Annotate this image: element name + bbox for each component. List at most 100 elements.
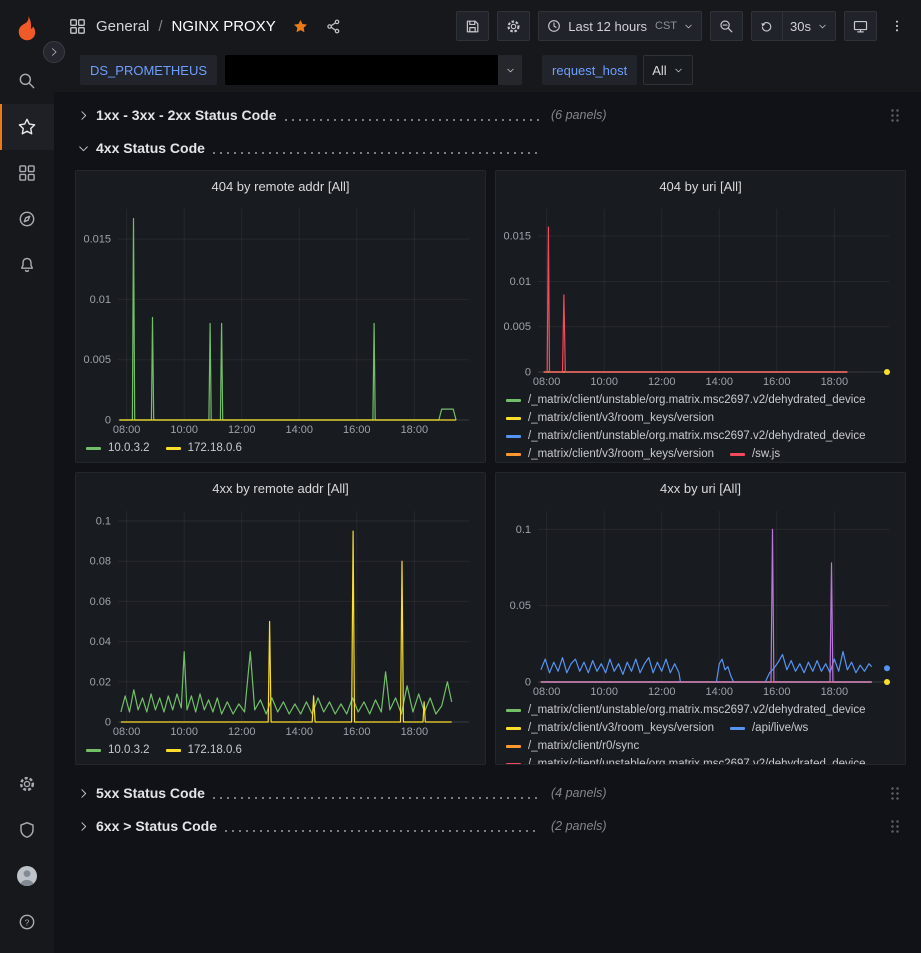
more-options-button[interactable] [883, 11, 911, 41]
time-series-chart[interactable]: 00.050.108:0010:0012:0014:0016:0018:00 [502, 503, 899, 700]
legend-series-swatch [506, 745, 521, 748]
sidebar-item-profile[interactable] [0, 853, 54, 899]
sidebar-spacer [0, 288, 54, 761]
request-host-value-select[interactable]: All [643, 55, 692, 85]
legend-series-swatch [506, 709, 521, 712]
panel-404-by-remote-addr: 404 by remote addr [All] 00.0050.010.015… [75, 170, 486, 463]
refresh-interval-label: 30s [790, 19, 811, 34]
legend-item[interactable]: /_matrix/client/v3/room_keys/version [506, 410, 714, 427]
legend-series-label: /api/live/ws [752, 720, 808, 737]
main-area: General / NGINX PROXY [54, 0, 921, 953]
sidebar-expand-button[interactable] [43, 41, 65, 63]
legend-item[interactable]: /_matrix/client/unstable/org.matrix.msc2… [506, 428, 866, 445]
row-header-4xx[interactable]: 4xx Status Code [75, 134, 906, 162]
sidebar-item-dashboards[interactable] [0, 150, 54, 196]
legend-item[interactable]: 172.18.0.6 [166, 742, 242, 759]
breadcrumb-separator: / [158, 18, 162, 35]
svg-text:08:00: 08:00 [533, 686, 561, 698]
row-dots [285, 119, 539, 121]
legend-series-label: 10.0.3.2 [108, 440, 150, 457]
sidebar-item-help[interactable]: ? [0, 899, 54, 945]
sidebar-item-alerting[interactable] [0, 242, 54, 288]
grafana-flame-icon [13, 14, 41, 42]
row-dots [213, 152, 539, 154]
row-header-6xx[interactable]: 6xx > Status Code (2 panels) [75, 812, 906, 840]
breadcrumb-section[interactable]: General [96, 18, 149, 35]
request-host-variable-label[interactable]: request_host [542, 55, 637, 85]
legend-item[interactable]: 172.18.0.6 [166, 440, 242, 457]
svg-text:08:00: 08:00 [113, 424, 141, 436]
sidebar-item-server-admin[interactable] [0, 807, 54, 853]
panel-title[interactable]: 4xx by uri [All] [496, 473, 905, 503]
panel-title[interactable]: 4xx by remote addr [All] [76, 473, 485, 503]
legend-item[interactable]: /_matrix/client/unstable/org.matrix.msc2… [506, 392, 866, 409]
host-variable-select[interactable] [225, 55, 522, 85]
legend-series-swatch [166, 447, 181, 450]
svg-text:0: 0 [525, 367, 531, 379]
panel-title[interactable]: 404 by uri [All] [496, 171, 905, 201]
time-series-chart[interactable]: 00.020.040.060.080.108:0010:0012:0014:00… [82, 503, 479, 740]
legend-item[interactable]: 10.0.3.2 [86, 742, 150, 759]
refresh-button-group: 30s [751, 11, 836, 41]
row-title: 6xx > Status Code [96, 818, 217, 834]
legend-series-label: /_matrix/client/unstable/org.matrix.msc2… [528, 756, 866, 764]
legend-series-swatch [86, 447, 101, 450]
svg-text:18:00: 18:00 [821, 686, 849, 698]
datasource-variable-label[interactable]: DS_PROMETHEUS [80, 55, 217, 85]
panel-chart[interactable]: 00.0050.010.01508:0010:0012:0014:0016:00… [82, 201, 479, 438]
sidebar-item-configuration[interactable] [0, 761, 54, 807]
legend-item[interactable]: /api/live/ws [730, 720, 808, 737]
legend-item[interactable]: /_matrix/client/unstable/org.matrix.msc2… [506, 702, 866, 719]
refresh-interval-dropdown[interactable]: 30s [783, 11, 836, 41]
svg-text:0.08: 0.08 [90, 556, 111, 568]
sidebar-item-explore[interactable] [0, 196, 54, 242]
svg-text:0.02: 0.02 [90, 676, 111, 688]
legend-item[interactable]: /sw.js [730, 446, 780, 462]
share-button[interactable] [325, 18, 342, 35]
panel-404-by-uri: 404 by uri [All] 00.0050.010.01508:0010:… [495, 170, 906, 463]
save-dashboard-button[interactable] [456, 11, 489, 41]
row-drag-handle[interactable] [890, 108, 900, 123]
chevron-right-icon [77, 787, 90, 800]
chevron-right-icon [77, 109, 90, 122]
sidebar-item-starred[interactable] [0, 104, 54, 150]
row-title: 5xx Status Code [96, 785, 205, 801]
time-range-picker[interactable]: Last 12 hours CST [538, 11, 702, 41]
panel-title[interactable]: 404 by remote addr [All] [76, 171, 485, 201]
page-title[interactable]: NGINX PROXY [172, 18, 276, 35]
refresh-button[interactable] [751, 11, 783, 41]
svg-text:0.04: 0.04 [90, 636, 111, 648]
tv-mode-button[interactable] [844, 11, 877, 41]
share-icon [325, 18, 342, 35]
svg-text:18:00: 18:00 [401, 424, 429, 436]
legend-item[interactable]: /_matrix/client/v3/room_keys/version [506, 446, 714, 462]
zoom-out-time-button[interactable] [710, 11, 743, 41]
row-title: 1xx - 3xx - 2xx Status Code [96, 107, 277, 123]
legend-item[interactable]: /_matrix/client/unstable/org.matrix.msc2… [506, 756, 866, 764]
favorite-button[interactable] [292, 18, 309, 35]
alerting-bell-icon [17, 255, 37, 275]
time-series-chart[interactable]: 00.0050.010.01508:0010:0012:0014:0016:00… [82, 201, 479, 438]
row-header-5xx[interactable]: 5xx Status Code (4 panels) [75, 779, 906, 807]
row-header-1xx-3xx-2xx[interactable]: 1xx - 3xx - 2xx Status Code (6 panels) [75, 101, 906, 129]
sidebar-item-search[interactable] [0, 58, 54, 104]
dashboard-settings-button[interactable] [497, 11, 530, 41]
time-series-chart[interactable]: 00.0050.010.01508:0010:0012:0014:0016:00… [502, 201, 899, 390]
apps-grid-icon[interactable] [68, 17, 87, 36]
row-panel-count: (6 panels) [551, 108, 607, 122]
legend-series-label: /_matrix/client/unstable/org.matrix.msc2… [528, 702, 866, 719]
panel-chart[interactable]: 00.020.040.060.080.108:0010:0012:0014:00… [82, 503, 479, 740]
clock-icon [546, 18, 562, 34]
legend-item[interactable]: /_matrix/client/r0/sync [506, 738, 639, 755]
row-drag-handle[interactable] [890, 786, 900, 801]
svg-text:10:00: 10:00 [170, 726, 198, 738]
panel-chart[interactable]: 00.0050.010.01508:0010:0012:0014:0016:00… [502, 201, 899, 390]
panel-legend: /_matrix/client/unstable/org.matrix.msc2… [496, 390, 905, 462]
legend-series-label: /_matrix/client/r0/sync [528, 738, 639, 755]
sidebar: ? [0, 0, 54, 953]
row-drag-handle[interactable] [890, 819, 900, 834]
panel-chart[interactable]: 00.050.108:0010:0012:0014:0016:0018:00 [502, 503, 899, 700]
legend-item[interactable]: /_matrix/client/v3/room_keys/version [506, 720, 714, 737]
legend-item[interactable]: 10.0.3.2 [86, 440, 150, 457]
kebab-menu-icon [889, 17, 905, 35]
